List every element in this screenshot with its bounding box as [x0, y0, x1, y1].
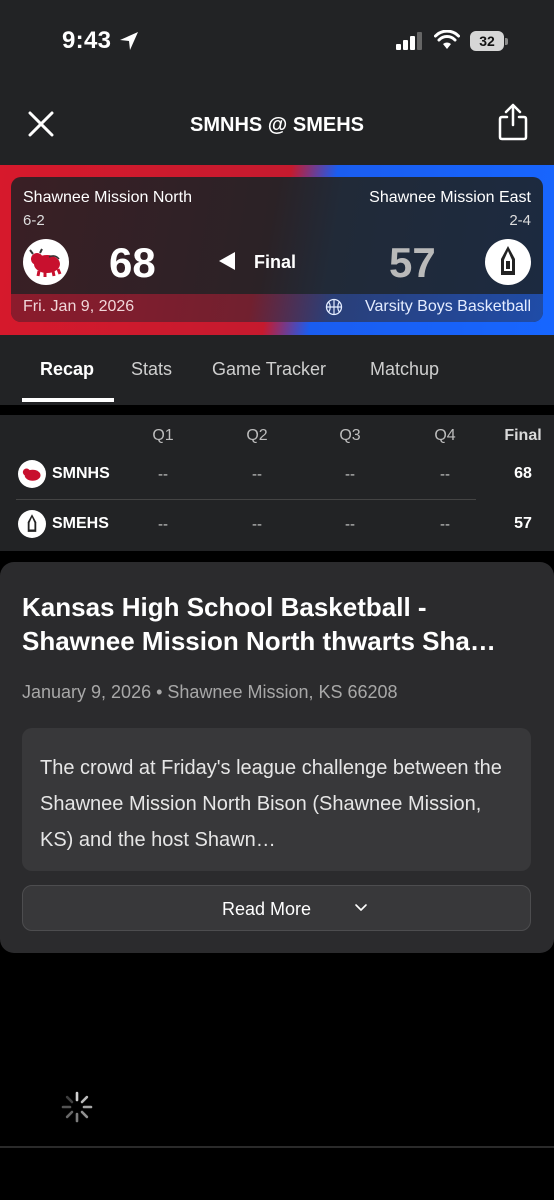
- header-q1: Q1: [152, 427, 174, 444]
- away-team-record: 2-4: [509, 212, 531, 229]
- table-row[interactable]: SMNHS -- -- -- -- 68: [0, 455, 554, 495]
- header-final: Final: [504, 427, 542, 444]
- read-more-button[interactable]: Read More: [22, 885, 531, 931]
- basketball-icon: [325, 298, 343, 316]
- header-q4: Q4: [434, 427, 456, 444]
- clock: 9:43: [62, 27, 112, 54]
- home-score: 68: [109, 239, 156, 286]
- home-team-mini-logo: [18, 460, 46, 488]
- recap-meta: January 9, 2026 • Shawnee Mission, KS 66…: [22, 682, 398, 702]
- status-bar: 9:43 32: [0, 0, 554, 80]
- lancer-logo-icon: [501, 246, 515, 275]
- game-status: Final: [254, 252, 297, 272]
- lancer-logo-icon: [27, 514, 37, 532]
- recap-snippet-box: The crowd at Friday's league challenge b…: [22, 728, 531, 871]
- home-team-name: Shawnee Mission North: [23, 189, 192, 206]
- q4-score: --: [440, 516, 450, 533]
- location-arrow-icon: [120, 32, 138, 50]
- battery-icon: 32: [470, 31, 510, 51]
- q2-score: --: [252, 466, 262, 483]
- bison-logo-icon: [22, 468, 41, 481]
- header-area: 9:43 32 SMNHS @ SMEHS: [0, 0, 554, 165]
- game-date: Fri. Jan 9, 2026: [23, 298, 135, 315]
- recap-card: Kansas High School Basketball - Shawnee …: [0, 562, 554, 953]
- team-abbr: SMNHS: [52, 465, 110, 482]
- tab-matchup[interactable]: Matchup: [370, 359, 439, 380]
- tab-recap[interactable]: Recap: [40, 359, 94, 380]
- cellular-signal-icon: [396, 32, 422, 50]
- tab-game-tracker[interactable]: Game Tracker: [212, 359, 326, 380]
- bison-logo-icon: [29, 248, 62, 277]
- loading-spinner-icon: [61, 1091, 93, 1123]
- nav-bar: SMNHS @ SMEHS: [0, 95, 554, 155]
- bottom-divider: [0, 1146, 554, 1148]
- q4-score: --: [440, 466, 450, 483]
- winner-arrow-icon: [219, 252, 235, 270]
- table-row[interactable]: SMEHS -- -- -- -- 57: [0, 505, 554, 545]
- recap-headline[interactable]: Kansas High School Basketball - Shawnee …: [22, 590, 532, 658]
- q3-score: --: [345, 516, 355, 533]
- recap-snippet: The crowd at Friday's league challenge b…: [40, 757, 502, 851]
- away-team-logo[interactable]: [485, 239, 531, 285]
- chevron-down-icon: [355, 904, 367, 911]
- scoreboard: Shawnee Mission North 6-2 Shawnee Missio…: [0, 165, 554, 335]
- q1-score: --: [158, 516, 168, 533]
- sport-label: Varsity Boys Basketball: [365, 298, 531, 315]
- wifi-icon: [434, 30, 460, 49]
- header-q3: Q3: [339, 427, 361, 444]
- q2-score: --: [252, 516, 262, 533]
- home-team-record: 6-2: [23, 212, 45, 229]
- battery-level: 32: [470, 31, 504, 51]
- share-icon[interactable]: [497, 103, 529, 141]
- page-title: SMNHS @ SMEHS: [190, 114, 364, 136]
- final-score: 57: [514, 515, 532, 532]
- away-score: 57: [389, 239, 436, 286]
- away-team-name: Shawnee Mission East: [369, 189, 531, 206]
- q1-score: --: [158, 466, 168, 483]
- score-card: Shawnee Mission North 6-2 Shawnee Missio…: [11, 177, 543, 322]
- tab-stats[interactable]: Stats: [131, 359, 172, 380]
- home-team-logo[interactable]: [23, 239, 69, 285]
- box-score: Q1 Q2 Q3 Q4 Final SMNHS -- -- -- -- 68 S…: [0, 415, 554, 551]
- header-q2: Q2: [246, 427, 268, 444]
- final-score: 68: [514, 465, 532, 482]
- team-abbr: SMEHS: [52, 515, 109, 532]
- away-team-mini-logo: [18, 510, 46, 538]
- tab-bar: Recap Stats Game Tracker Matchup: [0, 335, 554, 405]
- read-more-label: Read More: [221, 899, 312, 919]
- row-divider: [16, 499, 476, 500]
- active-tab-indicator: [22, 398, 114, 402]
- q3-score: --: [345, 466, 355, 483]
